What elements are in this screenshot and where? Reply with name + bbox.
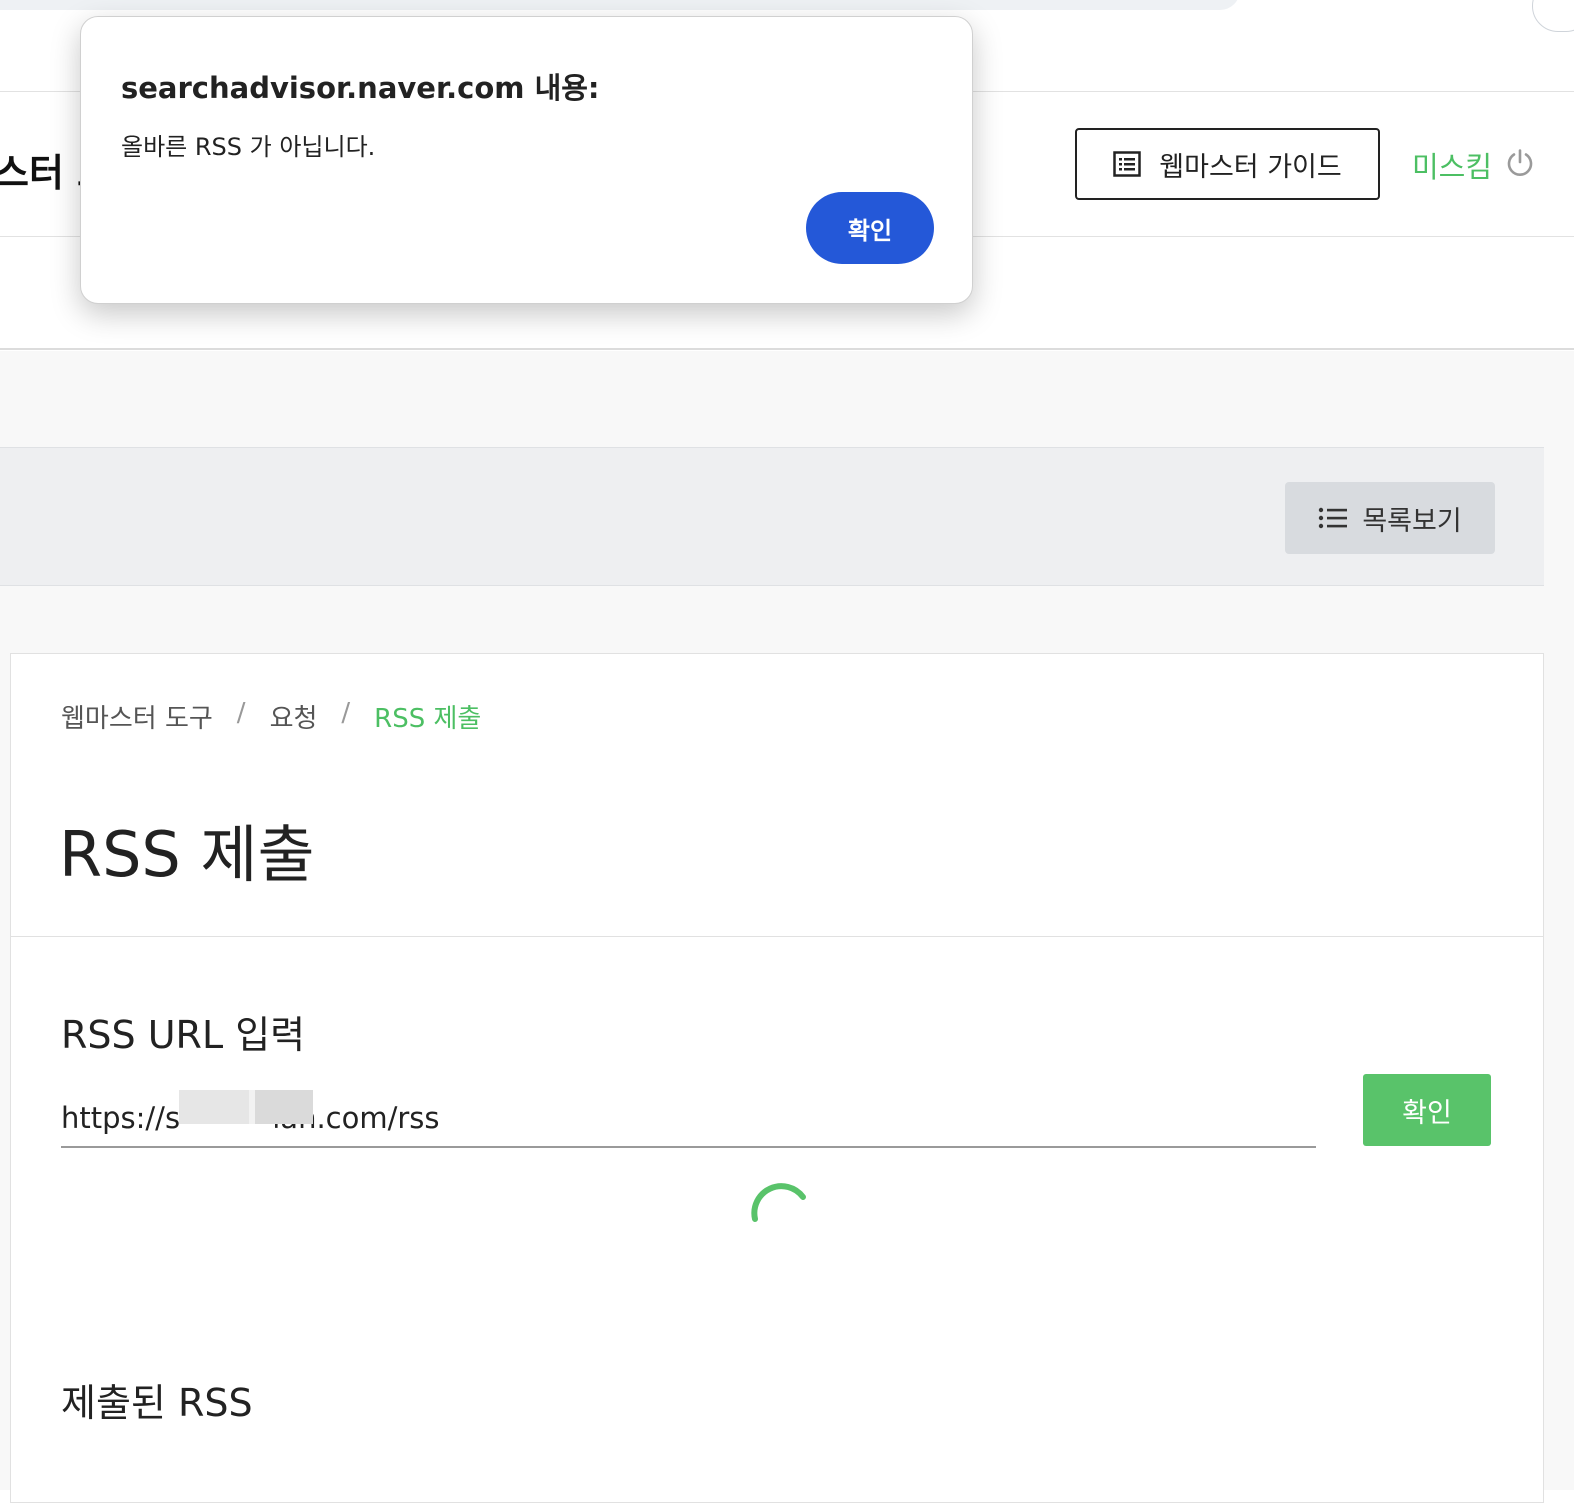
- list-view-button[interactable]: 목록보기: [1285, 482, 1495, 554]
- content-card: 웹마스터 도구 / 요청 / RSS 제출 RSS 제출 RSS URL 입력 …: [10, 653, 1544, 1503]
- redacted-url-mask: [179, 1090, 313, 1124]
- breadcrumb-item-webmaster-tools[interactable]: 웹마스터 도구: [61, 698, 213, 735]
- breadcrumb: 웹마스터 도구 / 요청 / RSS 제출: [61, 698, 481, 735]
- breadcrumb-item-request[interactable]: 요청: [270, 698, 318, 735]
- alert-dialog: searchadvisor.naver.com 내용: 올바른 RSS 가 아닙…: [80, 16, 973, 304]
- page-toolbar: 목록보기: [0, 447, 1544, 586]
- list-icon: [1319, 507, 1348, 529]
- document-list-icon: [1113, 151, 1142, 177]
- alert-dialog-title: searchadvisor.naver.com 내용:: [121, 71, 600, 105]
- alert-dialog-message: 올바른 RSS 가 아닙니다.: [121, 133, 376, 161]
- power-icon[interactable]: [1505, 148, 1535, 178]
- webmaster-guide-label: 웹마스터 가이드: [1159, 151, 1342, 183]
- loading-spinner-icon: [751, 1183, 806, 1222]
- breadcrumb-separator: /: [236, 698, 246, 728]
- browser-profile-button[interactable]: [1532, 0, 1574, 32]
- alert-ok-button[interactable]: 확인: [806, 192, 934, 264]
- breadcrumb-separator: /: [341, 698, 351, 728]
- webmaster-guide-button[interactable]: 웹마스터 가이드: [1075, 128, 1380, 200]
- browser-address-bar[interactable]: [0, 0, 1240, 10]
- list-view-label: 목록보기: [1362, 505, 1462, 536]
- submitted-rss-title: 제출된 RSS: [61, 1381, 253, 1425]
- user-name-link[interactable]: 미스킴: [1412, 144, 1492, 186]
- rss-url-label: RSS URL 입력: [61, 1013, 306, 1057]
- breadcrumb-item-rss-submit: RSS 제출: [374, 704, 482, 734]
- card-header: 웹마스터 도구 / 요청 / RSS 제출 RSS 제출: [11, 654, 1543, 937]
- page-title: RSS 제출: [59, 818, 315, 891]
- rss-submit-button[interactable]: 확인: [1363, 1074, 1491, 1146]
